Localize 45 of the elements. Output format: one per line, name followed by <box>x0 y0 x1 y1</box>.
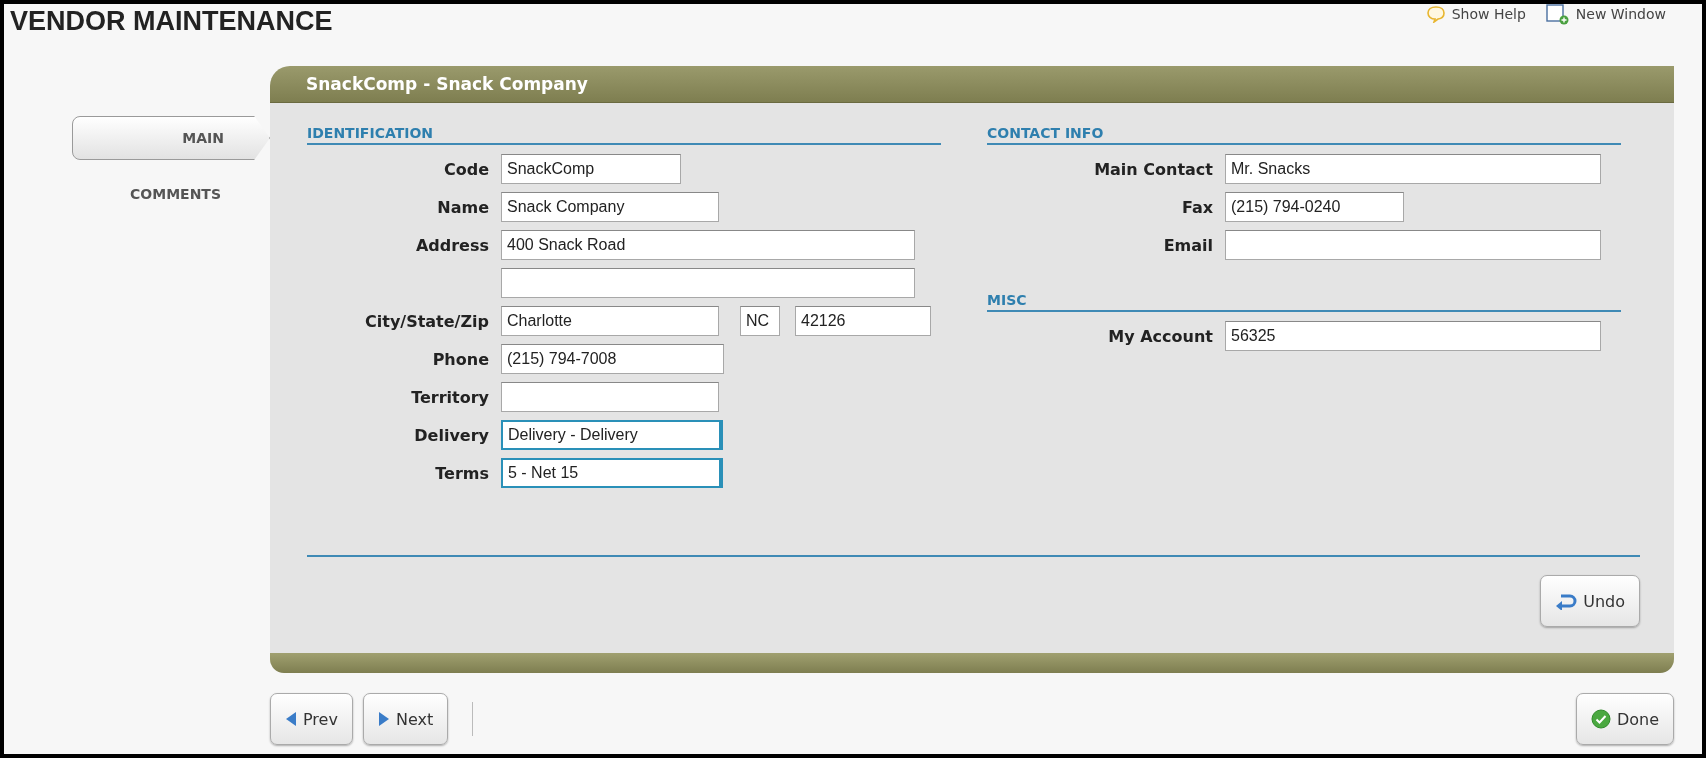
right-triangle-icon <box>377 711 390 727</box>
undo-arrow-icon <box>1555 592 1578 610</box>
text-field[interactable]: 400 Snack Road <box>501 230 915 260</box>
field-label: Code <box>442 159 489 179</box>
lookup-field[interactable]: 5 - Net 15 <box>501 458 723 488</box>
text-field[interactable]: Mr. Snacks <box>1225 154 1601 184</box>
field-label: City/State/Zip <box>364 311 489 331</box>
field-label: Delivery <box>413 425 489 445</box>
section-heading: CONTACT INFO <box>987 125 1621 145</box>
lookup-field[interactable]: Delivery - Delivery <box>501 420 723 450</box>
text-field[interactable]: SnackComp <box>501 154 681 184</box>
text-field[interactable]: (215) 794-0240 <box>1225 192 1404 222</box>
text-field[interactable] <box>1225 230 1601 260</box>
field-label: Terms <box>434 463 489 483</box>
field-label: Territory <box>410 387 489 407</box>
text-field[interactable]: Charlotte <box>501 306 719 336</box>
field-label: Address <box>414 235 489 255</box>
speech-bubble-icon <box>1425 5 1446 23</box>
tab[interactable]: COMMENTS <box>67 172 257 216</box>
field-label: Phone <box>431 349 489 369</box>
prev-button[interactable]: Prev <box>270 693 353 745</box>
section-heading: IDENTIFICATION <box>307 125 941 145</box>
text-field[interactable]: NC <box>740 306 780 336</box>
text-field[interactable]: 42126 <box>795 306 931 336</box>
text-field[interactable]: Snack Company <box>501 192 719 222</box>
done-button[interactable]: Done <box>1575 693 1674 745</box>
text-field[interactable] <box>501 268 915 298</box>
section-heading: MISC <box>987 292 1621 312</box>
field-label: Main Contact <box>1093 159 1213 179</box>
field-label: My Account <box>1107 326 1213 346</box>
check-circle-icon <box>1590 709 1611 729</box>
field-label: Name <box>436 197 489 217</box>
left-triangle-icon <box>285 711 297 727</box>
undo-button[interactable]: Undo <box>1540 575 1640 627</box>
text-field[interactable]: (215) 794-7008 <box>501 344 724 374</box>
tab[interactable]: MAIN <box>72 116 270 160</box>
panel-title-bar: SnackComp - Snack Company <box>270 66 1674 103</box>
field-label: Fax <box>1180 197 1213 217</box>
text-field[interactable]: 56325 <box>1225 321 1601 351</box>
text-field[interactable] <box>501 382 719 412</box>
page-title: VENDOR MAINTENANCE <box>9 5 333 38</box>
window-link[interactable]: New Window <box>1545 4 1666 24</box>
field-label: Email <box>1162 235 1213 255</box>
help-link[interactable]: Show Help <box>1425 4 1526 24</box>
next-button[interactable]: Next <box>362 693 449 745</box>
